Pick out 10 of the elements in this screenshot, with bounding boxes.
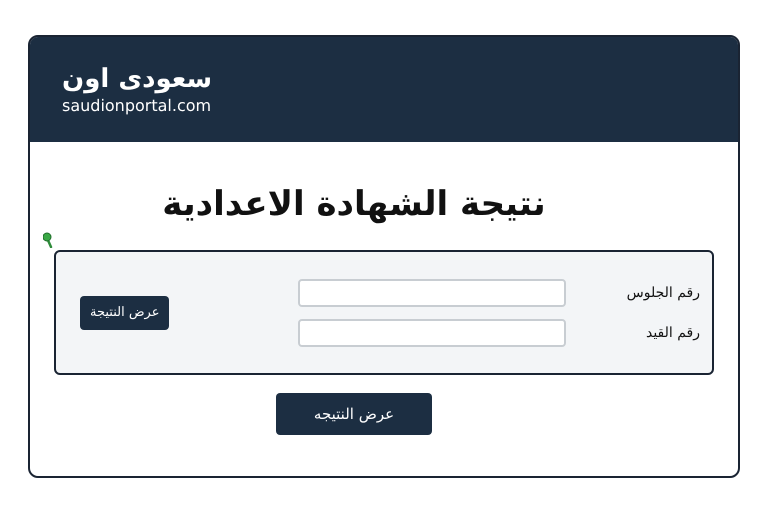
show-result-button[interactable]: عرض النتيجة (80, 296, 170, 330)
field-label: رقم القيد (644, 324, 700, 340)
field-label: رقم الجلوس (626, 284, 700, 300)
site-domain: saudionportal.com (62, 95, 212, 117)
pin-icon (43, 232, 55, 248)
site-logo: سعودى اون (62, 63, 212, 95)
page-title: نتيجة الشهادة الاعدادية (161, 183, 547, 226)
submit-button[interactable]: عرض النتيجه (276, 393, 432, 435)
input-field[interactable] (298, 278, 566, 306)
input-field[interactable] (298, 318, 566, 346)
